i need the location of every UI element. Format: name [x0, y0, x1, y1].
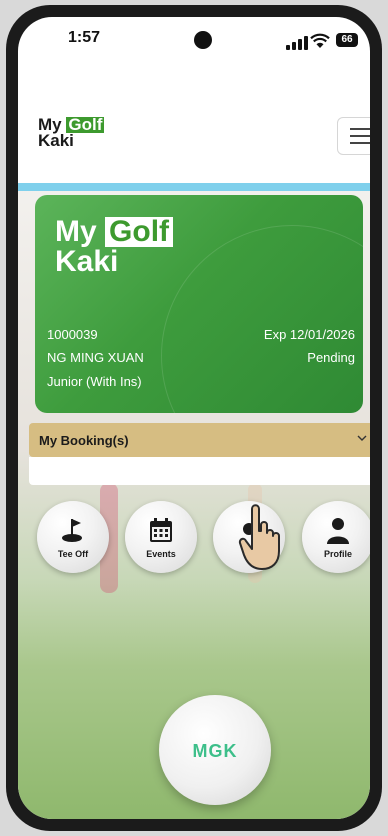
- golf-ball-logo: MGK: [192, 741, 238, 761]
- tee-off-button[interactable]: Tee Off: [37, 501, 109, 573]
- membership-status: Pending: [307, 350, 355, 365]
- card-logo: My Golf Kaki: [55, 215, 174, 278]
- golf-ball-graphic: MGK: [159, 695, 271, 805]
- hamburger-icon-line: [350, 142, 370, 144]
- logo-kaki: Kaki: [38, 131, 74, 150]
- card-logo-golf: Golf: [105, 217, 174, 247]
- camera-cutout: [194, 31, 212, 49]
- hamburger-icon-line: [350, 135, 370, 137]
- chevron-down-icon: [357, 435, 367, 441]
- status-time: 1:57: [68, 29, 101, 46]
- my-bookings-content: [29, 457, 370, 485]
- events-label: Events: [146, 549, 176, 559]
- screen: 1:57 66 My Golf Kaki My Golf Kaki 100003…: [18, 17, 370, 819]
- membership-type: Junior (With Ins): [47, 374, 142, 389]
- member-id: 1000039: [47, 327, 98, 342]
- hamburger-icon: [350, 128, 370, 130]
- my-bookings-title: My Booking(s): [39, 433, 129, 448]
- battery-indicator: 66: [336, 33, 358, 47]
- accent-bar: [18, 183, 370, 191]
- app-header: My Golf Kaki: [18, 107, 370, 167]
- wifi-icon: [310, 33, 330, 48]
- profile-label: Profile: [323, 549, 352, 559]
- signal-icon: [286, 36, 310, 50]
- menu-button[interactable]: [337, 117, 370, 155]
- person-icon: [327, 518, 349, 544]
- card-expiry: Exp 12/01/2026: [263, 327, 355, 342]
- golf-flag-icon: [62, 519, 82, 542]
- status-bar: 1:57 66: [18, 17, 370, 61]
- profile-button[interactable]: Profile: [302, 501, 370, 573]
- calendar-icon: [150, 518, 172, 542]
- member-name: NG MING XUAN: [47, 350, 144, 365]
- tee-off-label: Tee Off: [57, 549, 89, 559]
- app-logo[interactable]: My Golf Kaki: [38, 116, 105, 150]
- card-logo-my: My: [55, 215, 97, 248]
- phone-frame: 1:57 66 My Golf Kaki My Golf Kaki 100003…: [6, 5, 382, 831]
- hand-pointer-icon: [238, 504, 280, 570]
- membership-card[interactable]: My Golf Kaki 1000039 Exp 12/01/2026 NG M…: [35, 195, 363, 413]
- my-bookings-accordion[interactable]: My Booking(s): [29, 423, 370, 457]
- events-button[interactable]: Events: [125, 501, 197, 573]
- card-logo-kaki: Kaki: [55, 245, 119, 278]
